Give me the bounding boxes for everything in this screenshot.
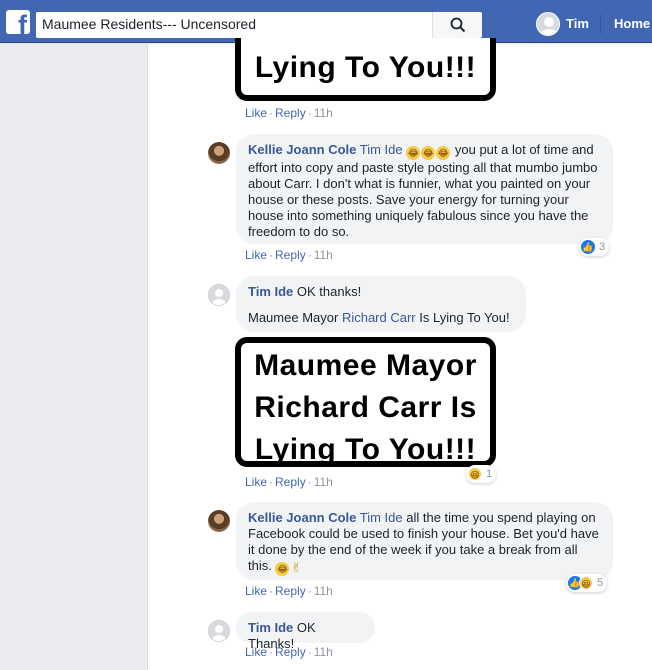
timestamp[interactable]: 11h [314,475,333,489]
comment-actions: Like · Reply · 11h [245,584,333,598]
laughing-emoji-icon: 😂 [406,146,421,160]
laughing-emoji-icon: 😂 [421,146,436,160]
comment-author[interactable]: Tim Ide [248,620,293,635]
like-link[interactable]: Like [245,645,267,659]
haha-reaction-icon: 😆 [468,467,482,481]
meme-line: Richard Carr Is [254,391,477,424]
reaction-count: 1 [486,468,493,480]
comment-text: OK thanks! [296,284,362,299]
avatar[interactable] [208,510,230,532]
like-link[interactable]: Like [245,248,267,262]
comment-actions: Like · Reply · 11h [245,475,333,489]
meme-line: Lying To You!!! [254,51,477,84]
meme-line: Maumee Mayor [254,349,477,382]
reaction-summary[interactable]: 👍 3 [579,238,610,256]
timestamp[interactable]: 11h [314,248,333,262]
reaction-summary[interactable]: 😆 1 [466,465,497,483]
like-link[interactable]: Like [245,584,267,598]
meme-line: Lying To You!!! [254,433,477,466]
reply-link[interactable]: Reply [275,106,306,120]
user-avatar[interactable] [536,12,560,36]
reaction-count: 5 [597,577,604,589]
timestamp[interactable]: 11h [314,584,333,598]
laughing-emoji-icon: 😂 [275,562,290,576]
facebook-logo-icon[interactable]: f [6,10,30,34]
meme-image[interactable]: Maumee Mayor Richard Carr Is Lying To Yo… [235,337,496,467]
mention-link[interactable]: Tim Ide [360,510,403,525]
comment-bubble: Kellie Joann Cole Tim Ide all the time y… [236,502,613,580]
comment-text-line2-prefix: Maumee Mayor [248,310,339,325]
user-silhouette-icon [212,289,226,305]
search-button[interactable] [432,12,482,38]
top-bar: f Maumee Residents--- Uncensored Tim Hom… [0,0,652,43]
comment-actions: Like · Reply · 11h [245,248,333,262]
comment-actions: Like · Reply · 11h [245,106,333,120]
haha-reaction-icon: 😆 [579,576,593,590]
reply-link[interactable]: Reply [275,584,306,598]
reaction-count: 3 [599,241,606,253]
comment-bubble: Tim Ide OK thanks! Maumee Mayor Richard … [236,276,526,332]
user-name-link[interactable]: Tim [566,16,589,31]
user-silhouette-icon [540,17,558,35]
comment-text-line2-suffix: Is Lying To You! [419,310,510,325]
avatar[interactable] [208,142,230,164]
reply-link[interactable]: Reply [275,645,306,659]
reply-link[interactable]: Reply [275,475,306,489]
like-reaction-icon: 👍 [581,240,595,254]
comment-author[interactable]: Tim Ide [248,284,293,299]
reaction-summary[interactable]: 👍 😆 5 [566,574,608,592]
search-icon [450,17,466,33]
home-link[interactable]: Home [614,16,650,31]
like-link[interactable]: Like [245,106,267,120]
victory-hand-icon: ✌ [291,560,302,575]
avatar[interactable] [208,284,230,306]
comment-author[interactable]: Kellie Joann Cole [248,142,356,157]
meme-image-top[interactable]: Lying To You!!! [235,38,496,101]
search-value: Maumee Residents--- Uncensored [42,16,256,32]
comment-actions: Like · Reply · 11h [245,645,333,659]
laughing-emoji-icon: 😂 [436,146,451,160]
user-silhouette-icon [212,625,226,641]
reply-link[interactable]: Reply [275,248,306,262]
divider [600,14,601,34]
mention-link[interactable]: Tim Ide [360,142,403,157]
avatar[interactable] [208,620,230,642]
comment-bubble: Tim Ide OK Thanks! [236,612,375,651]
timestamp[interactable]: 11h [314,645,333,659]
comment-bubble: Kellie Joann Cole Tim Ide 😂 😂 😂 you put a … [236,134,613,244]
comment-author[interactable]: Kellie Joann Cole [248,510,356,525]
mention-link[interactable]: Richard Carr [342,310,416,325]
search-input[interactable]: Maumee Residents--- Uncensored [36,12,481,38]
like-link[interactable]: Like [245,475,267,489]
timestamp[interactable]: 11h [314,106,333,120]
